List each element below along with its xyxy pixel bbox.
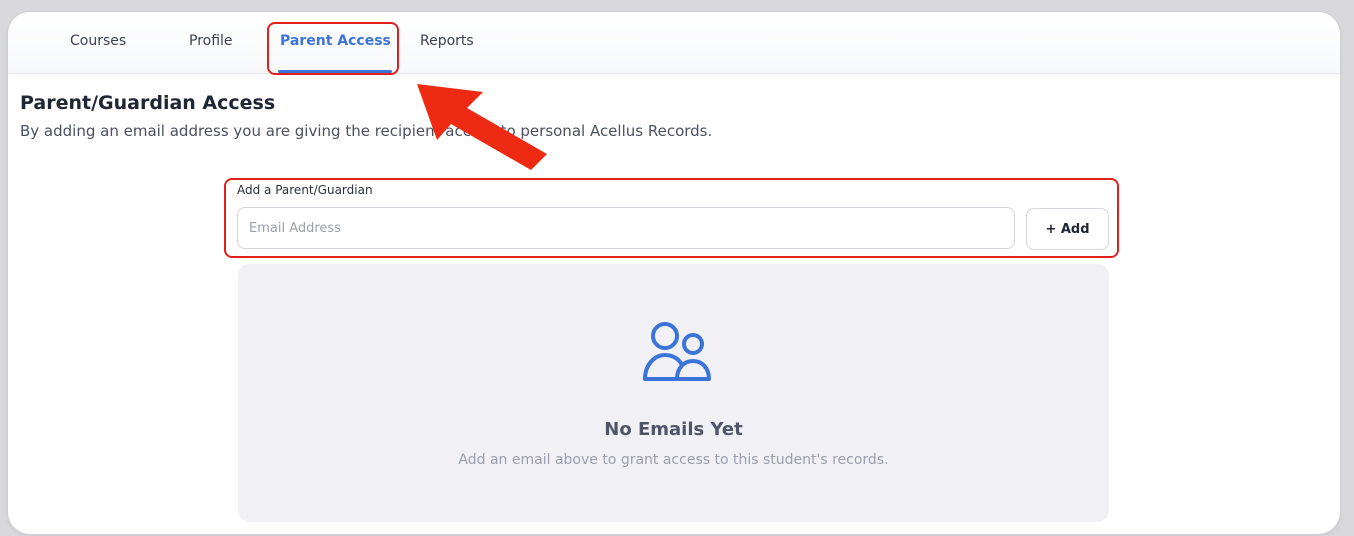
tab-courses[interactable]: Courses xyxy=(70,33,126,49)
empty-state-title: No Emails Yet xyxy=(604,419,743,440)
add-guardian-label: Add a Parent/Guardian xyxy=(237,183,373,197)
empty-state-panel: No Emails Yet Add an email above to gran… xyxy=(238,264,1109,522)
annotation-arrow-icon xyxy=(417,84,547,170)
tab-profile[interactable]: Profile xyxy=(189,33,233,49)
tab-highlight-box xyxy=(267,22,399,75)
users-icon xyxy=(643,322,711,381)
app-window: Courses Profile Parent Access Reports Pa… xyxy=(8,12,1340,534)
add-button[interactable]: + Add xyxy=(1026,208,1109,250)
tab-bar: Courses Profile Parent Access Reports xyxy=(8,12,1340,74)
empty-state-message: Add an email above to grant access to th… xyxy=(458,452,889,468)
page-title: Parent/Guardian Access xyxy=(20,92,276,114)
page-subtitle: By adding an email address you are givin… xyxy=(20,122,713,140)
email-input[interactable] xyxy=(237,207,1015,249)
tab-reports[interactable]: Reports xyxy=(420,33,474,49)
